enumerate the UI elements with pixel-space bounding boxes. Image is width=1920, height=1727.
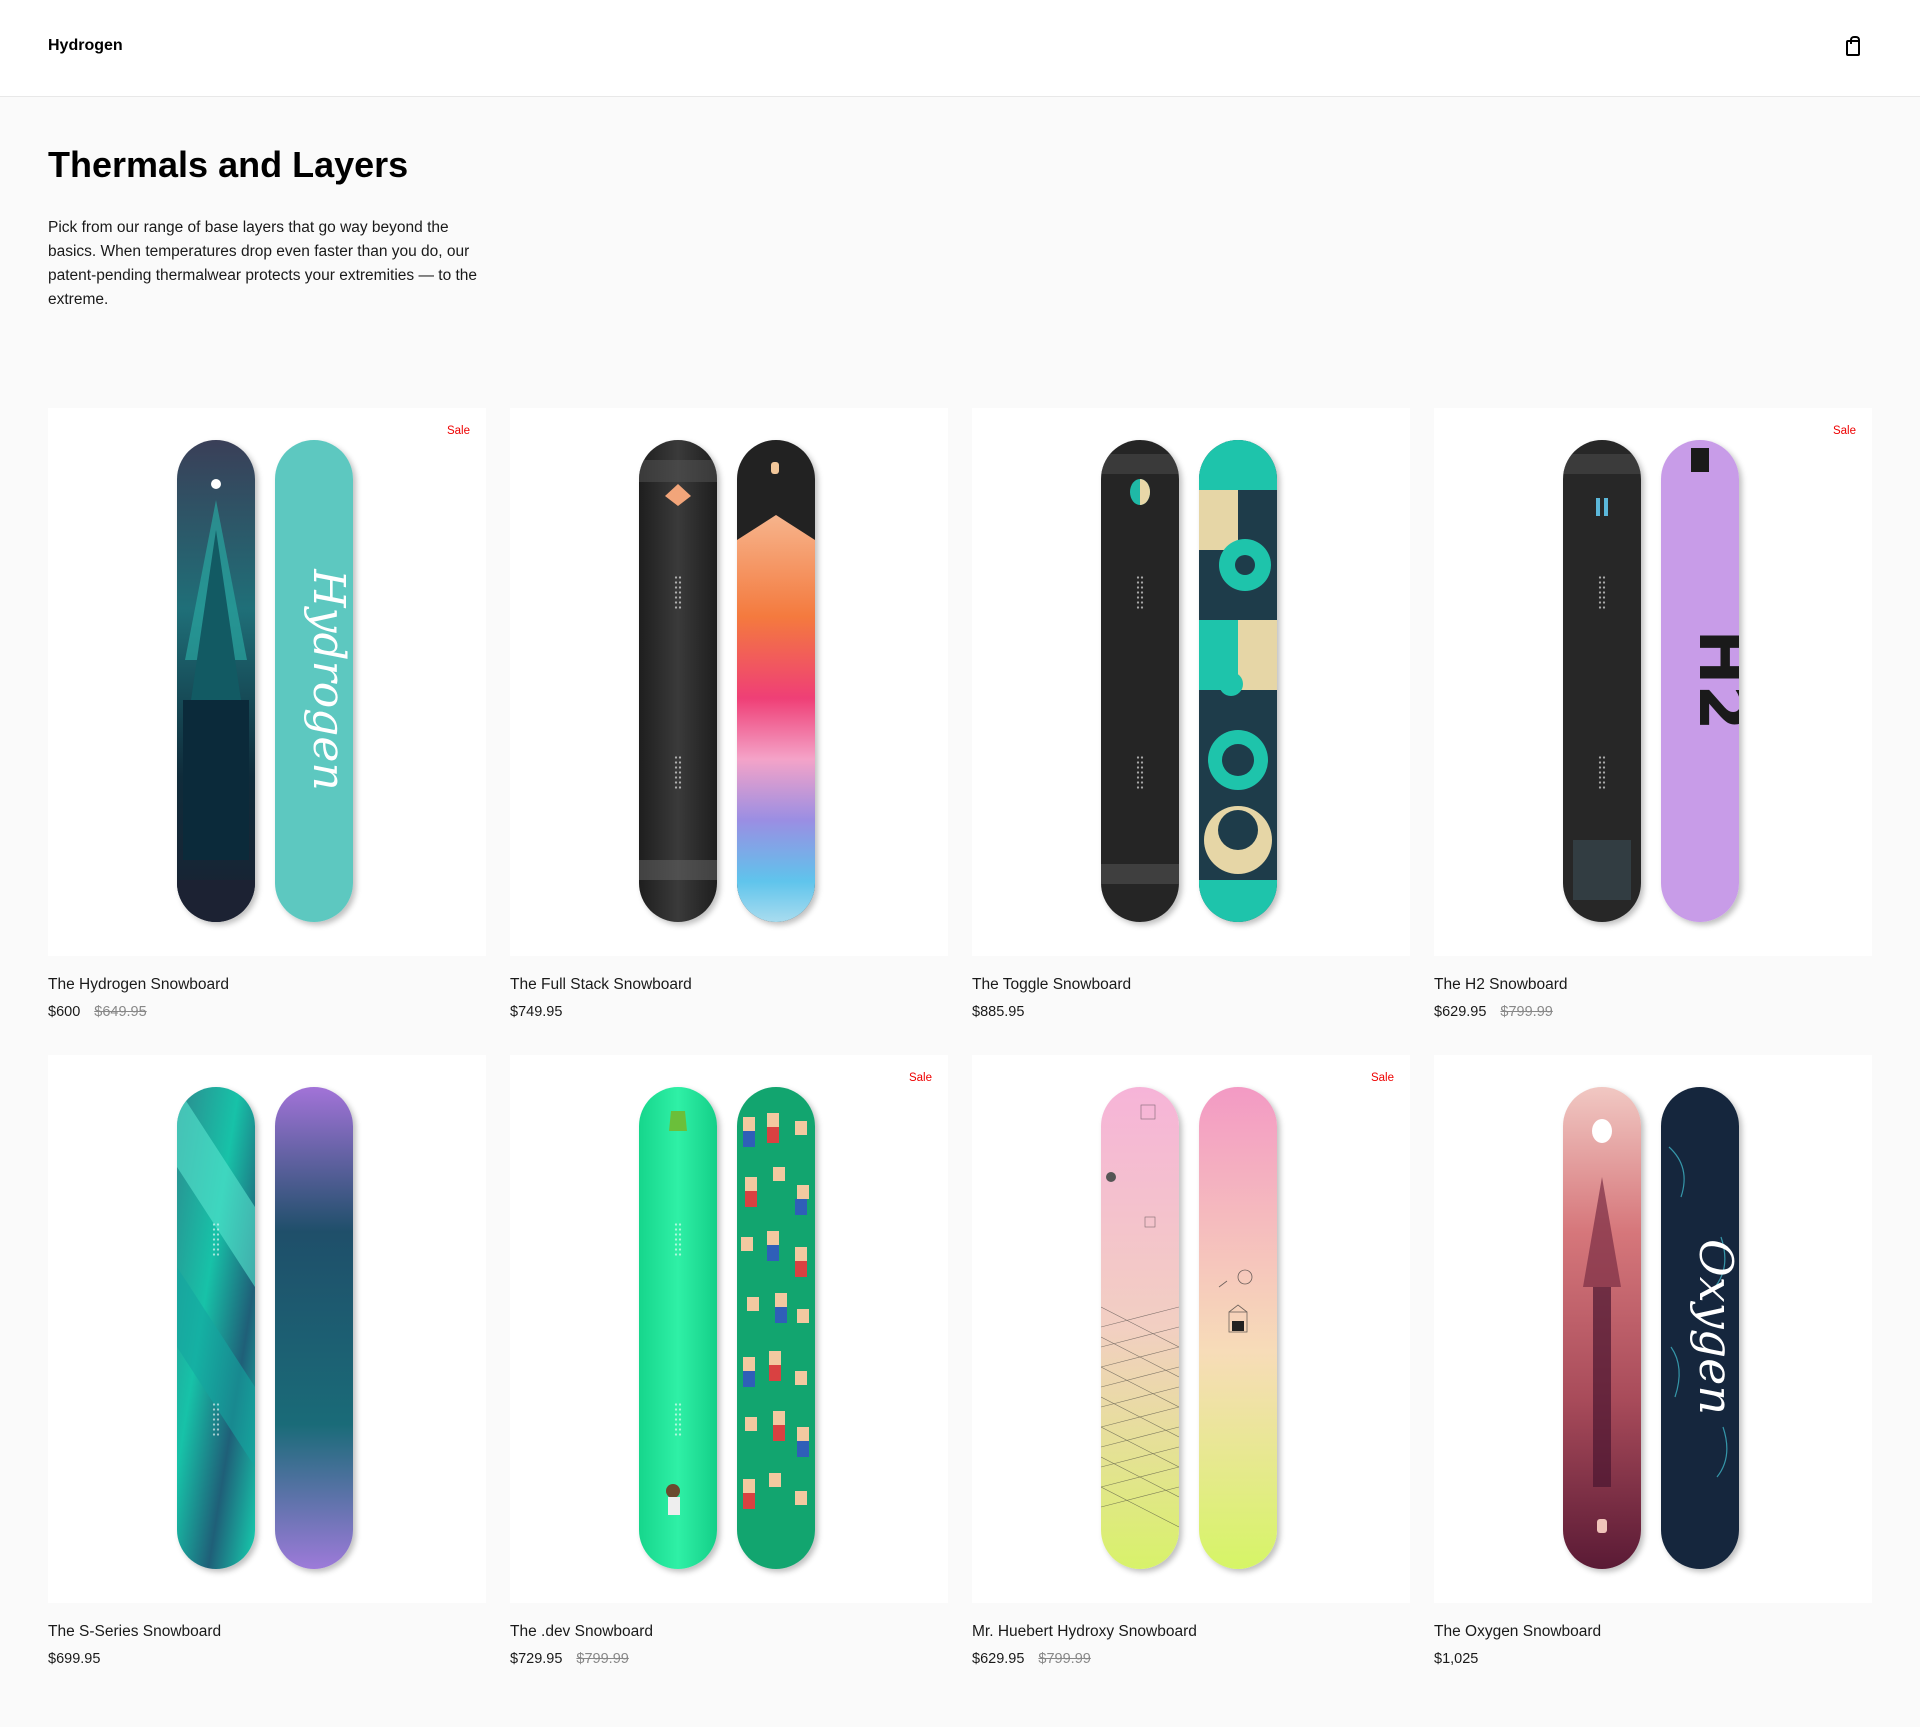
price-current: $885.95 [972, 1004, 1025, 1020]
price-compare: $649.95 [94, 1004, 147, 1020]
price-compare: $799.99 [1038, 1651, 1091, 1667]
price-current: $729.95 [510, 1651, 563, 1667]
product-card[interactable]: Sale [510, 1055, 948, 1667]
product-title[interactable]: The Hydrogen Snowboard [48, 976, 229, 994]
product-image[interactable]: Sale Hydrogen [48, 408, 486, 956]
board-lettering: SHOPIFY [275, 1197, 285, 1518]
sale-badge: Sale [1832, 425, 1856, 437]
brand-link[interactable]: Hydrogen [48, 37, 123, 55]
board-lettering: H2 [1684, 629, 1739, 730]
product-card[interactable]: The Full Stack Snowboard $749.95 [510, 408, 948, 1020]
product-image[interactable]: Sale H2 [1434, 408, 1872, 956]
product-image[interactable] [510, 408, 948, 956]
snowboard-top-image: Hydrogen [275, 440, 353, 922]
sale-badge: Sale [908, 1072, 932, 1084]
snowboard-top-image: SHOPIFY [275, 1087, 353, 1569]
product-price: $729.95 $799.99 [510, 1651, 629, 1667]
product-title[interactable]: The Oxygen Snowboard [1434, 1623, 1601, 1641]
price-current: $629.95 [972, 1651, 1025, 1667]
price-current: $600 [48, 1004, 81, 1020]
product-title[interactable]: The Full Stack Snowboard [510, 976, 692, 994]
sale-badge: Sale [1370, 1072, 1394, 1084]
product-title[interactable]: The .dev Snowboard [510, 1623, 653, 1641]
product-price: $629.95 $799.99 [1434, 1004, 1553, 1020]
product-card[interactable]: Sale H2 The H2 Snowboard $629.95 $799.99 [1434, 408, 1872, 1020]
snowboard-base-image [177, 1087, 255, 1569]
product-image[interactable]: Sale [510, 1055, 948, 1603]
snowboard-top-image [737, 1087, 815, 1569]
price-compare: $799.99 [1500, 1004, 1553, 1020]
snowboard-base-image [1563, 1087, 1641, 1569]
product-card[interactable]: The Toggle Snowboard $885.95 [972, 408, 1410, 1020]
snowboard-top-image: H2 [1661, 440, 1739, 922]
price-current: $699.95 [48, 1651, 101, 1667]
collection-title: Thermals and Layers [48, 144, 409, 185]
product-price: $885.95 [972, 1004, 1024, 1020]
product-card[interactable]: SHOPIFY The S-Series Snowboard $699.95 [48, 1055, 486, 1667]
product-title[interactable]: The H2 Snowboard [1434, 976, 1568, 994]
bag-icon[interactable] [1846, 36, 1860, 56]
product-price: $1,025 [1434, 1651, 1478, 1667]
product-price: $699.95 [48, 1651, 100, 1667]
product-title[interactable]: The Toggle Snowboard [972, 976, 1131, 994]
price-current: $629.95 [1434, 1004, 1487, 1020]
product-price: $600 $649.95 [48, 1004, 147, 1020]
snowboard-base-image [1101, 440, 1179, 922]
site-header: Hydrogen [0, 0, 1920, 97]
product-image[interactable] [972, 408, 1410, 956]
product-title[interactable]: The S-Series Snowboard [48, 1623, 221, 1641]
snowboard-base-image [1563, 440, 1641, 922]
snowboard-top-image [1199, 440, 1277, 922]
product-card[interactable]: Sale Hydrogen The Hydrogen Snowboard $60… [48, 408, 486, 1020]
snowboard-base-image [1101, 1087, 1179, 1569]
product-price: $749.95 [510, 1004, 562, 1020]
price-compare: $799.99 [576, 1651, 629, 1667]
snowboard-base-image [639, 1087, 717, 1569]
product-price: $629.95 $799.99 [972, 1651, 1091, 1667]
snowboard-top-image [1199, 1087, 1277, 1569]
product-card[interactable]: Oxygen The Oxygen Snowboard $1,025 [1434, 1055, 1872, 1667]
product-image[interactable]: Sale [972, 1055, 1410, 1603]
product-title[interactable]: Mr. Huebert Hydroxy Snowboard [972, 1623, 1197, 1641]
product-card[interactable]: Sale [972, 1055, 1410, 1667]
snowboard-base-image [639, 440, 717, 922]
price-current: $749.95 [510, 1004, 563, 1020]
product-image[interactable]: SHOPIFY [48, 1055, 486, 1603]
collection-description: Pick from our range of base layers that … [48, 219, 478, 308]
snowboard-base-image [177, 440, 255, 922]
sale-badge: Sale [446, 425, 470, 437]
board-lettering: Hydrogen [303, 568, 353, 790]
product-image[interactable]: Oxygen [1434, 1055, 1872, 1603]
board-lettering: Oxygen [1689, 1239, 1739, 1415]
price-current: $1,025 [1434, 1651, 1479, 1667]
snowboard-top-image [737, 440, 815, 922]
snowboard-top-image: Oxygen [1661, 1087, 1739, 1569]
